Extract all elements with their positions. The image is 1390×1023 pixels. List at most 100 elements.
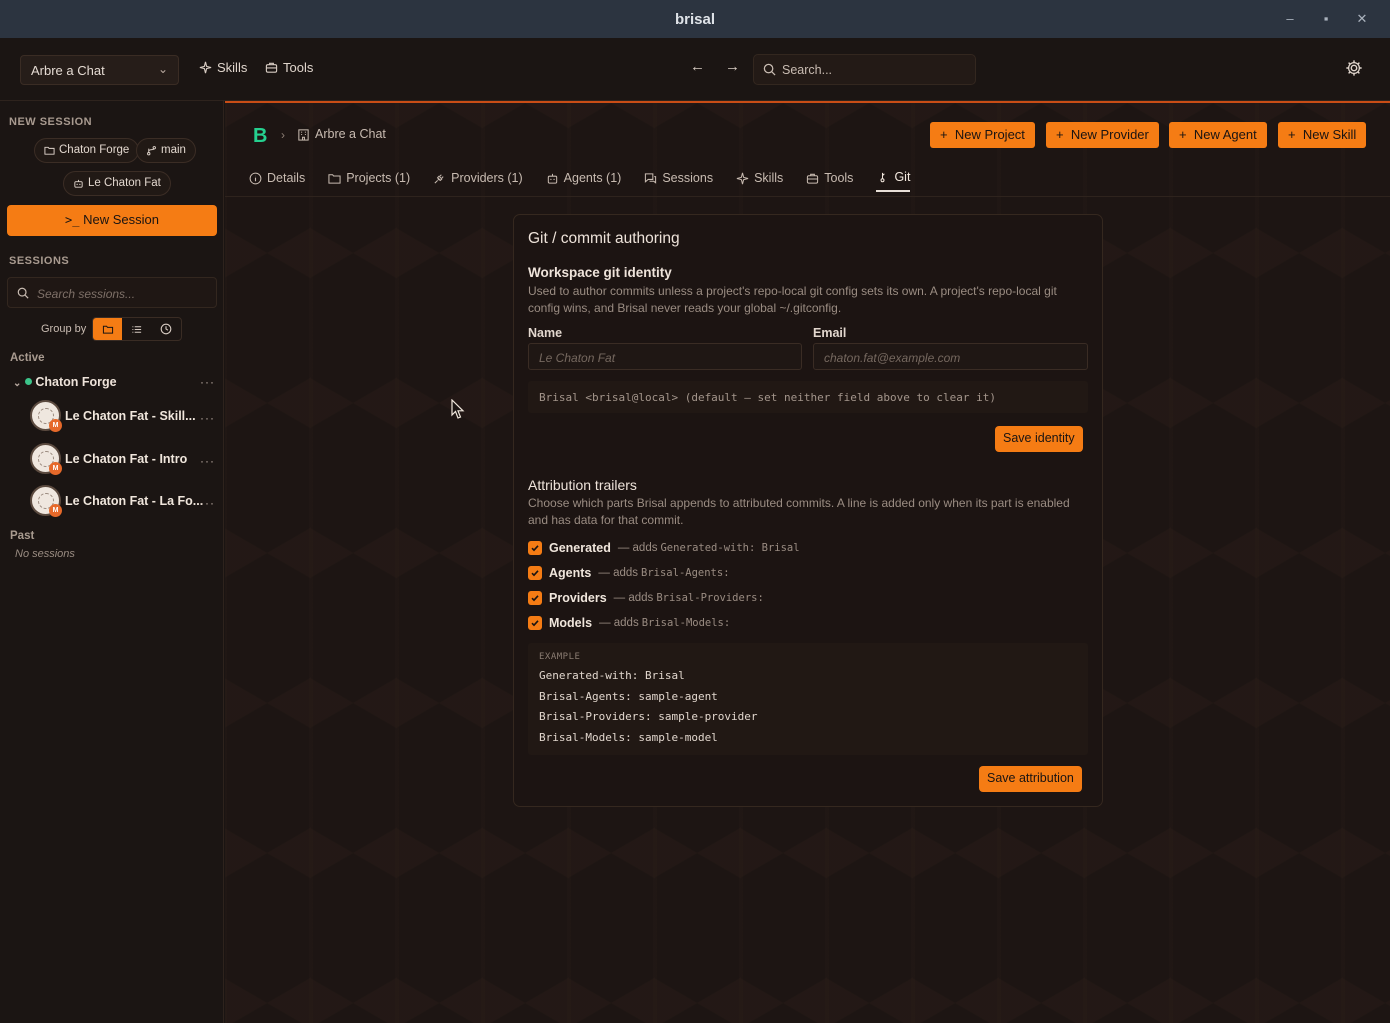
project-chip[interactable]: Chaton Forge <box>34 138 140 163</box>
tab-details[interactable]: Details <box>249 170 305 192</box>
check-icon <box>531 595 539 602</box>
sparkle-icon <box>736 172 749 184</box>
top-toolbar: Arbre a Chat ⌄ Skills Tools ← → Search..… <box>0 38 1390 101</box>
session-more-icon[interactable]: ··· <box>200 454 215 468</box>
robot-icon <box>547 173 557 184</box>
session-more-icon[interactable]: ··· <box>200 411 215 425</box>
example-line: Brisal-Models: sample-model <box>539 730 718 744</box>
trailer-option[interactable]: Agents — adds Brisal-Agents: <box>528 566 730 580</box>
session-item[interactable]: M Le Chaton Fat - Skill... <box>30 400 220 434</box>
skills-nav-label: Skills <box>217 60 248 75</box>
active-label: Active <box>10 352 45 364</box>
new-session-header: NEW SESSION <box>9 116 93 128</box>
close-icon[interactable]: ✕ <box>1353 10 1371 28</box>
new-project-button[interactable]: + New Project <box>930 122 1035 148</box>
session-name: Le Chaton Fat - Intro <box>65 452 188 466</box>
sessions-header: SESSIONS <box>9 255 70 267</box>
group-by-list-button[interactable] <box>122 318 151 340</box>
group-by-time-button[interactable] <box>152 318 181 340</box>
trailer-code: Brisal-Providers: <box>656 592 764 604</box>
workspace-select[interactable]: Arbre a Chat ⌄ <box>20 55 179 85</box>
new-session-button[interactable]: >_ New Session <box>7 205 217 236</box>
checkbox-checked[interactable] <box>528 541 542 555</box>
trailer-option[interactable]: Models — adds Brisal-Models: <box>528 616 730 630</box>
tab-skills[interactable]: Skills <box>736 170 783 192</box>
avatar: M <box>30 485 62 517</box>
tab-projects[interactable]: Projects (1) <box>328 170 410 192</box>
trailer-option[interactable]: Providers — adds Brisal-Providers: <box>528 591 764 605</box>
trailer-desc: — adds <box>599 617 639 629</box>
tab-agents-label: Agents (1) <box>563 171 622 185</box>
email-input[interactable]: chaton.fat@example.com <box>813 343 1088 370</box>
forward-arrow-icon[interactable]: → <box>725 58 740 75</box>
robot-icon <box>74 179 83 188</box>
no-sessions-text: No sessions <box>15 548 75 560</box>
git-icon <box>880 172 886 182</box>
session-search-input[interactable]: Search sessions... <box>7 277 217 308</box>
agent-chip[interactable]: Le Chaton Fat <box>63 171 171 196</box>
tab-providers[interactable]: Providers (1) <box>433 170 523 192</box>
toolbox-icon <box>265 62 278 73</box>
breadcrumb-chevron-icon: › <box>281 128 285 142</box>
tab-git[interactable]: Git <box>876 170 911 192</box>
tools-nav-button[interactable]: Tools <box>265 60 313 75</box>
clock-icon <box>160 323 172 335</box>
gear-icon[interactable] <box>1345 59 1363 77</box>
trailer-desc: — adds <box>613 592 654 604</box>
identity-description: Used to author commits unless a project'… <box>528 284 1057 315</box>
plus-icon: + <box>1288 127 1296 142</box>
app-window: Arbre a Chat ⌄ Skills Tools ← → Search..… <box>0 38 1390 1023</box>
breadcrumb[interactable]: Arbre a Chat <box>297 127 386 141</box>
maximize-icon[interactable]: ▪ <box>1317 10 1335 28</box>
save-identity-button[interactable]: Save identity <box>995 426 1083 452</box>
session-name: Le Chaton Fat - Skill... <box>65 409 196 423</box>
list-icon <box>132 325 142 333</box>
back-arrow-icon[interactable]: ← <box>690 58 705 75</box>
example-line: Brisal-Providers: sample-provider <box>539 710 758 723</box>
session-more-icon[interactable]: ··· <box>200 496 215 510</box>
session-item[interactable]: M Le Chaton Fat - Intro <box>30 443 220 477</box>
workspace-tabs: Details Projects (1) Providers (1) Agent… <box>249 170 933 192</box>
group-by-folder-button[interactable] <box>93 318 123 340</box>
project-group-header[interactable]: ⌄ Chaton Forge <box>13 375 117 389</box>
name-input[interactable]: Le Chaton Fat <box>528 343 802 370</box>
folder-icon <box>44 146 55 155</box>
save-attribution-button[interactable]: Save attribution <box>979 766 1082 792</box>
tab-agents[interactable]: Agents (1) <box>546 170 622 192</box>
checkbox-checked[interactable] <box>528 566 542 580</box>
new-agent-button[interactable]: + New Agent <box>1169 122 1267 148</box>
terminal-icon: >_ <box>65 213 80 227</box>
new-provider-button[interactable]: + New Provider <box>1046 122 1159 148</box>
global-search-input[interactable]: Search... <box>753 54 976 85</box>
sidebar: NEW SESSION Chaton Forge main Le Chaton … <box>0 101 224 1023</box>
model-badge: M <box>49 419 62 432</box>
attribution-description: Choose which parts Brisal appends to att… <box>528 496 1070 527</box>
tab-tools-label: Tools <box>824 171 854 185</box>
plus-icon: + <box>940 127 948 142</box>
chat-icon <box>645 172 657 184</box>
trailer-code: Generated-with: Brisal <box>660 542 800 554</box>
checkbox-checked[interactable] <box>528 591 542 605</box>
example-block: EXAMPLE Generated-with: Brisal Brisal-Ag… <box>528 643 1088 755</box>
new-skill-button[interactable]: + New Skill <box>1278 122 1367 148</box>
new-skill-label: New Skill <box>1302 127 1357 142</box>
session-item[interactable]: M Le Chaton Fat - La Fo... <box>30 485 220 519</box>
tab-sessions-label: Sessions <box>662 171 714 185</box>
checkbox-checked[interactable] <box>528 616 542 630</box>
tab-sessions[interactable]: Sessions <box>644 170 713 192</box>
tab-tools[interactable]: Tools <box>806 170 853 192</box>
email-label: Email <box>813 326 847 340</box>
session-search-placeholder: Search sessions... <box>37 287 136 301</box>
project-more-icon[interactable]: ··· <box>200 375 215 389</box>
trailer-label: Providers <box>549 591 607 605</box>
building-icon <box>298 128 309 141</box>
trailer-option[interactable]: Generated — adds Generated-with: Brisal <box>528 541 800 555</box>
plus-icon: + <box>1179 127 1187 142</box>
branch-chip-label: main <box>161 144 186 156</box>
avatar: M <box>30 443 62 475</box>
minimize-icon[interactable]: – <box>1281 10 1299 28</box>
window-title: brisal <box>674 10 716 28</box>
breadcrumb-workspace: Arbre a Chat <box>315 127 386 141</box>
branch-chip[interactable]: main <box>136 138 196 163</box>
skills-nav-button[interactable]: Skills <box>199 60 247 75</box>
